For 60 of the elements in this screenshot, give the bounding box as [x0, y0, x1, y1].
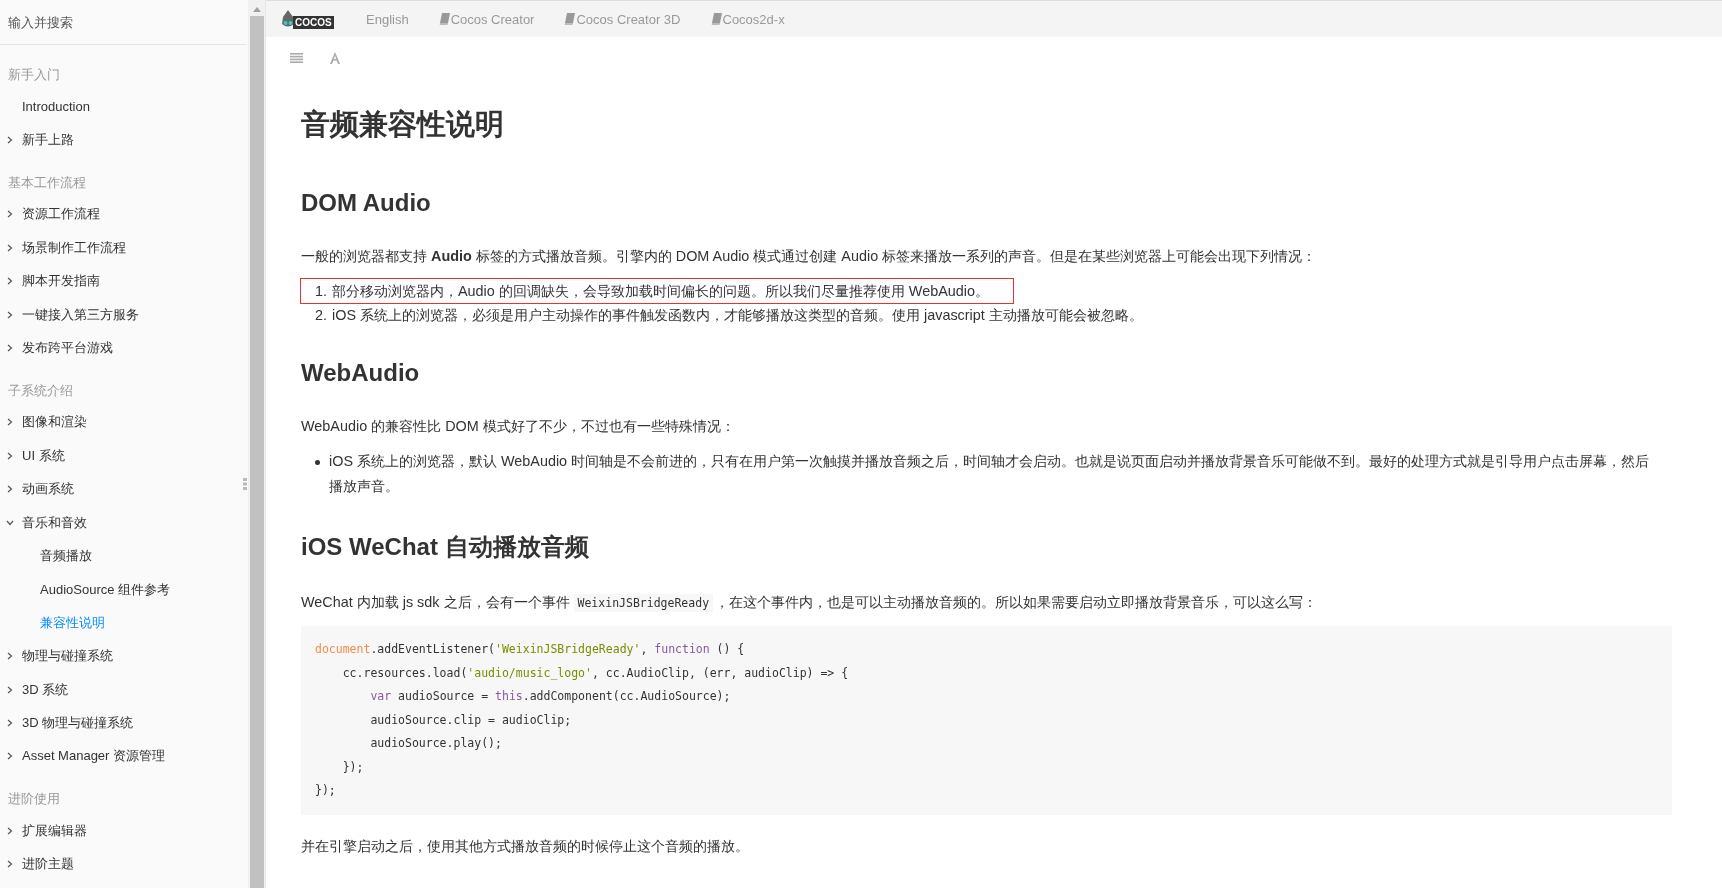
- chevron-icon: [6, 136, 14, 145]
- nav-item[interactable]: 图像和渲染: [0, 405, 246, 440]
- logo[interactable]: COCOS: [280, 7, 336, 31]
- nav-item[interactable]: 一键接入第三方服务: [0, 297, 246, 332]
- nav-item[interactable]: 音频播放: [0, 539, 246, 573]
- section-header: 进阶使用: [7, 790, 61, 809]
- paragraph: WeChat 内加载 js sdk 之后，会有一个事件 WeixinJSBridgeReady ，在这个事件内，也是可以主动播放音频的。所以如果需要启动立即播放背景音乐，可以这么写：: [301, 593, 1319, 614]
- scrollbar[interactable]: [248, 0, 265, 888]
- book-icon: [564, 13, 576, 25]
- chevron-icon: [6, 718, 14, 727]
- list-item: iOS 系统上的浏览器，默认 WebAudio 时间轴是不会前进的，只有在用户第一次触摸并播放音频之后，时间轴才会启动。也就是说页面启动并播放背景音乐可能做不到。最好的处理方式就是引导用户点击屏幕，然后播放声音。: [301, 449, 1672, 499]
- scroll-up-icon[interactable]: [252, 7, 261, 12]
- paragraph: WebAudio 的兼容性比 DOM 模式好了不少，不过也有一些特殊情况：: [301, 417, 736, 436]
- menu-icon[interactable]: [290, 53, 303, 63]
- nav-item[interactable]: 3D 系统: [0, 672, 246, 707]
- paragraph: 并在引擎启动之后，使用其他方式播放音频的时候停止这个音频的播放。: [301, 836, 750, 856]
- section-header: 基本工作流程: [7, 173, 87, 192]
- section-header: 新手入门: [7, 66, 61, 84]
- nav-item[interactable]: 脚本开发指南: [0, 264, 246, 298]
- chevron-icon: [6, 418, 14, 427]
- chevron-icon: [6, 685, 14, 694]
- chevron-icon: [6, 210, 14, 219]
- nav-item[interactable]: 物理与碰撞系统: [0, 639, 246, 673]
- chevron-icon: [6, 860, 14, 869]
- page-title: 音频兼容性说明: [301, 107, 505, 142]
- section-heading: iOS WeChat 自动播放音频: [301, 532, 590, 562]
- nav-item[interactable]: 场景制作工作流程: [0, 231, 246, 265]
- nav-item[interactable]: 扩展编辑器: [0, 814, 246, 848]
- chevron-icon: [6, 277, 14, 286]
- nav-item[interactable]: 新手上路: [0, 123, 246, 157]
- font-icon[interactable]: [329, 52, 341, 64]
- chevron-icon: [6, 243, 14, 252]
- chevron-icon: [6, 344, 14, 353]
- paragraph: 一般的浏览器都支持 Audio 标签的方式播放音频。引擎内的 DOM Audio 模式通过创建 Audio 标签来播放一系列的声音。但是在某些浏览器上可能会出现下列情况：: [301, 247, 1318, 266]
- book-icon: [710, 13, 722, 25]
- section-heading: DOM Audio: [301, 189, 432, 217]
- nav-item[interactable]: Asset Manager 资源管理: [0, 739, 246, 774]
- nav-item[interactable]: 资源工作流程: [0, 197, 246, 232]
- resize-grip-icon[interactable]: [243, 478, 247, 490]
- nav-item[interactable]: Introduction: [0, 90, 246, 124]
- nav-item[interactable]: 音乐和音效: [0, 505, 246, 540]
- chevron-icon: [6, 652, 14, 661]
- chevron-icon: [6, 752, 14, 761]
- chevron-icon: [6, 826, 14, 835]
- section-header: 子系统介绍: [7, 381, 74, 400]
- chevron-icon: [6, 485, 14, 494]
- nav-item[interactable]: UI 系统: [0, 439, 246, 473]
- section-heading: WebAudio: [301, 359, 421, 387]
- chevron-icon: [6, 310, 14, 319]
- chevron-icon: [6, 518, 14, 527]
- nav-item[interactable]: AudioSource 组件参考: [0, 572, 246, 607]
- nav-item[interactable]: 3D 物理与碰撞系统: [0, 706, 246, 740]
- code-block: document.addEventListener('WeixinJSBridgeReady', function () { cc.resources.load('audio/music_logo', cc.AudioClip, (err, audioClip) => { var audioSource = this.addComponent(cc.AudioSource); audioSource.clip = audioClip; audioSource.play(); }); });: [301, 626, 1672, 815]
- list-item: 1. 部分移动浏览器内，Audio 的回调缺失，会导致加载时间偏长的问题。所以我们尽量推荐使用 WebAudio。: [301, 279, 1013, 303]
- nav-item[interactable]: 进阶主题: [0, 847, 246, 881]
- list-item: 2. iOS 系统上的浏览器，必须是用户主动操作的事件触发函数内，才能够播放这类型的音频。使用 javascript 主动播放可能会被忽略。: [314, 306, 1143, 325]
- nav-item[interactable]: 动画系统: [0, 472, 246, 506]
- book-icon: [438, 13, 450, 25]
- chevron-icon: [6, 451, 14, 460]
- nav-item[interactable]: 发布跨平台游戏: [0, 331, 246, 365]
